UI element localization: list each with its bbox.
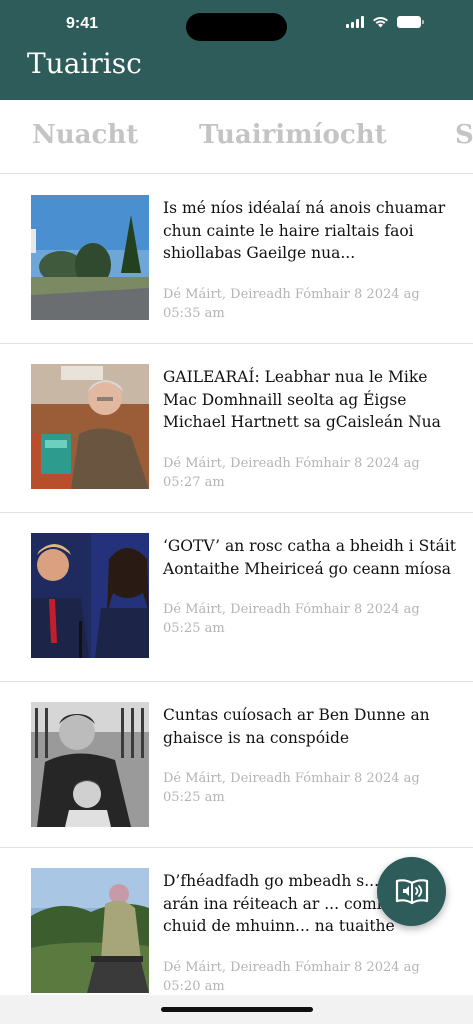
home-indicator[interactable] xyxy=(161,1007,313,1012)
status-time: 9:41 xyxy=(66,15,99,32)
article-date: Dé Máirt, Deireadh Fómhair 8 2024 ag 05:… xyxy=(163,960,420,994)
status-icons xyxy=(346,16,424,28)
article-thumbnail xyxy=(31,868,149,993)
tab-tuairimiocht[interactable]: Tuairimíocht xyxy=(199,120,387,150)
tab-sp[interactable]: Sp xyxy=(455,120,473,150)
article-date: Dé Máirt, Deireadh Fómhair 8 2024 ag 05:… xyxy=(163,602,420,636)
article-item[interactable]: GAILEARAÍ: Leabhar nua le Mike Mac Domhn… xyxy=(0,344,473,513)
dynamic-island xyxy=(186,13,287,41)
article-date: Dé Máirt, Deireadh Fómhair 8 2024 ag 05:… xyxy=(163,456,420,490)
app-title: Tuairisc xyxy=(27,47,142,80)
article-thumbnail xyxy=(31,195,149,320)
article-item[interactable]: Cuntas cuíosach ar Ben Dunne an ghaisce … xyxy=(0,682,473,848)
article-thumbnail xyxy=(31,702,149,827)
article-item[interactable]: Is mé níos idéalaí ná anois chuamar chun… xyxy=(0,175,473,344)
article-date: Dé Máirt, Deireadh Fómhair 8 2024 ag 05:… xyxy=(163,287,420,321)
article-thumbnail xyxy=(31,533,149,658)
book-audio-icon xyxy=(395,878,428,904)
status-bar: 9:41 xyxy=(0,0,473,50)
article-title[interactable]: ‘GOTV’ an rosc catha a bheidh i Stáit Ao… xyxy=(163,535,458,580)
listen-button[interactable] xyxy=(377,857,446,926)
battery-icon xyxy=(397,16,424,28)
tab-nuacht[interactable]: Nuacht xyxy=(32,120,138,150)
article-title[interactable]: Cuntas cuíosach ar Ben Dunne an ghaisce … xyxy=(163,704,458,749)
article-item[interactable]: ‘GOTV’ an rosc catha a bheidh i Stáit Ao… xyxy=(0,513,473,682)
article-date: Dé Máirt, Deireadh Fómhair 8 2024 ag 05:… xyxy=(163,771,420,805)
wifi-icon xyxy=(373,16,388,28)
cellular-signal-icon xyxy=(346,16,364,28)
article-title[interactable]: Is mé níos idéalaí ná anois chuamar chun… xyxy=(163,197,458,265)
category-tabs[interactable]: Nuacht Tuairimíocht Sp xyxy=(0,100,473,174)
article-thumbnail xyxy=(31,364,149,489)
article-title[interactable]: GAILEARAÍ: Leabhar nua le Mike Mac Domhn… xyxy=(163,366,458,434)
app-header: 9:41 Tuairisc xyxy=(0,0,473,100)
